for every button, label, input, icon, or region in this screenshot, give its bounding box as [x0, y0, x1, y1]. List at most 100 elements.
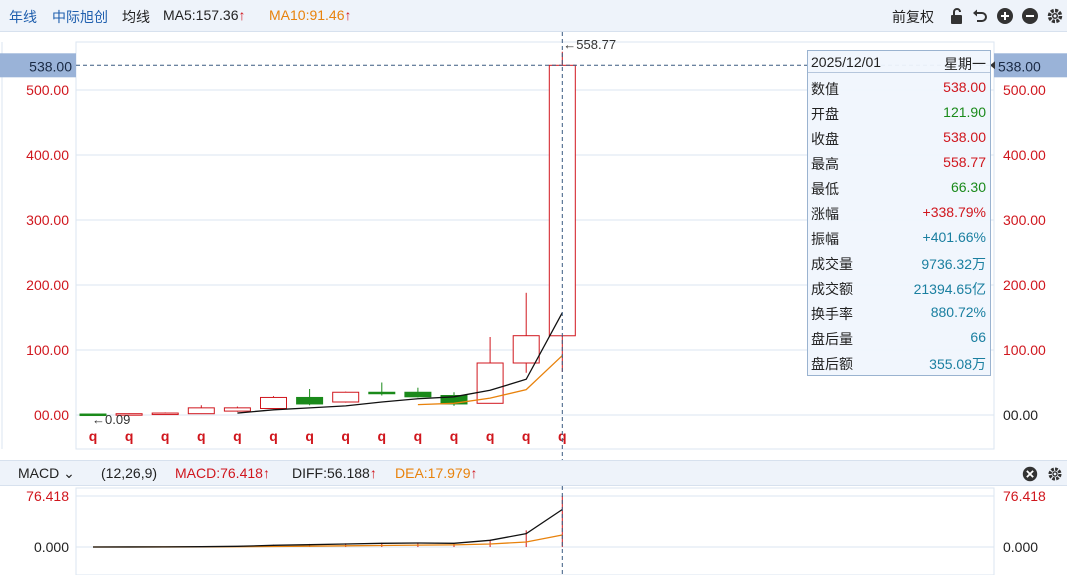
candle-body [151, 412, 179, 416]
tooltip-row-label: 换手率 [811, 306, 853, 322]
macd-tick-left: 0.000 [34, 539, 69, 555]
y-tick-label-left: 500.00 [26, 82, 69, 98]
tooltip-row: 换手率 880.72% [808, 300, 990, 325]
tooltip-row: 最低 66.30 [808, 175, 990, 200]
macd-tick-right: 0.000 [1003, 539, 1038, 555]
top-toolbar: 年线 中际旭创 均线 MA5:157.36↑ MA10:91.46↑ 前复权 [0, 0, 1067, 32]
tooltip-row-value: 538.00 [943, 129, 986, 145]
cursor-price-label-left: 538.00 [29, 58, 72, 74]
undo-icon[interactable] [970, 6, 990, 26]
tooltip-row: 成交额 21394.65亿 [808, 275, 990, 300]
stock-name[interactable]: 中际旭创 [52, 7, 108, 27]
diff-value: DIFF:56.188↑ [292, 465, 377, 481]
y-tick-label-left: 300.00 [26, 212, 69, 228]
event-marker: q [450, 428, 459, 444]
event-marker: q [305, 428, 314, 444]
y-tick-label-left: 400.00 [26, 147, 69, 163]
event-marker: q [341, 428, 350, 444]
event-marker: q [378, 428, 387, 444]
tooltip-row-value: +401.66% [922, 229, 986, 245]
tooltip-row: 涨幅 +338.79% [808, 200, 990, 225]
tooltip-row: 数值 538.00 [808, 75, 990, 100]
max-price-annotation: ←558.77 [563, 37, 616, 52]
tooltip-row: 盘后量 66 [808, 325, 990, 350]
ma5-label: MA5:157.36↑ [163, 7, 246, 23]
dea-value: DEA:17.979↑ [395, 465, 478, 481]
tooltip-row-label: 涨幅 [811, 206, 839, 222]
tooltip-row-value: +338.79% [922, 204, 986, 220]
y-tick-label-right: 300.00 [1003, 212, 1046, 228]
y-tick-label-right: 200.00 [1003, 277, 1046, 293]
tooltip-row-label: 盘后量 [811, 331, 853, 347]
data-tooltip: 2025/12/01 星期一 数值 538.00 开盘 121.90 收盘 538.00 最… [807, 50, 991, 376]
tooltip-row: 振幅 +401.66% [808, 225, 990, 250]
tooltip-row-label: 收盘 [811, 131, 839, 147]
event-marker: q [414, 428, 423, 444]
unlock-icon[interactable] [947, 6, 967, 26]
tooltip-row-value: 880.72% [930, 304, 986, 320]
diff-up-arrow-icon: ↑ [369, 465, 377, 481]
y-tick-label-left: 200.00 [26, 277, 69, 293]
macd-settings-gear-icon[interactable] [1046, 465, 1064, 483]
zoom-out-icon[interactable] [1020, 6, 1040, 26]
tooltip-header: 2025/12/01 星期一 [808, 51, 990, 73]
macd-params[interactable]: (12,26,9) [101, 465, 157, 481]
tooltip-row: 最高 558.77 [808, 150, 990, 175]
tooltip-row-label: 成交量 [811, 256, 853, 272]
macd-indicator-selector[interactable]: MACD ⌄ [18, 465, 75, 482]
tooltip-row-value: 9736.32万 [921, 256, 986, 272]
period-selector[interactable]: 年线 [9, 7, 37, 27]
tooltip-row: 盘后额 355.08万 [808, 350, 990, 375]
tooltip-date: 2025/12/01 [811, 54, 882, 70]
candle-body [260, 396, 287, 410]
tooltip-row-label: 振幅 [811, 231, 839, 247]
close-icon[interactable] [1021, 465, 1039, 483]
zoom-in-icon[interactable] [995, 6, 1015, 26]
event-marker: q [161, 428, 170, 444]
event-marker: q [89, 428, 98, 444]
candle-body [404, 391, 432, 398]
tooltip-row: 成交量 9736.32万 [808, 250, 990, 275]
event-marker: q [197, 428, 206, 444]
dea-up-arrow-icon: ↑ [470, 465, 478, 481]
tooltip-row-label: 数值 [811, 81, 839, 97]
diff-line [92, 508, 563, 548]
ma10-label: MA10:91.46↑ [269, 7, 352, 23]
tooltip-row-value: 66.30 [950, 179, 986, 195]
tooltip-row-label: 最低 [811, 181, 839, 197]
y-tick-label-left: 100.00 [26, 342, 69, 358]
event-marker: q [233, 428, 242, 444]
ma10-up-arrow-icon: ↑ [344, 7, 352, 23]
candle-body [223, 407, 251, 412]
macd-up-arrow-icon: ↑ [262, 465, 270, 481]
tooltip-row-label: 开盘 [811, 106, 839, 122]
y-tick-label-left: 00.00 [34, 407, 69, 423]
event-marker: q [522, 428, 531, 444]
y-tick-label-right: 100.00 [1003, 342, 1046, 358]
indicator-mode[interactable]: 均线 [122, 7, 150, 27]
candle-body [368, 391, 396, 395]
macd-frame [75, 487, 995, 575]
macd-tick-right: 76.418 [1003, 488, 1046, 504]
y-tick-label-right: 400.00 [1003, 147, 1046, 163]
event-marker: q [125, 428, 134, 444]
tooltip-row-value: 538.00 [943, 79, 986, 95]
chevron-down-icon: ⌄ [63, 465, 75, 481]
cursor-price-label-right: 538.00 [998, 58, 1041, 74]
candle-body [476, 362, 504, 404]
tooltip-row-label: 成交额 [811, 281, 853, 297]
adjust-selector[interactable]: 前复权 [892, 7, 934, 27]
ma5-up-arrow-icon: ↑ [238, 7, 246, 23]
macd-tick-left: 76.418 [26, 488, 69, 504]
tooltip-row-value: 558.77 [943, 154, 986, 170]
tooltip-row-value: 121.90 [943, 104, 986, 120]
macd-chart[interactable]: 76.418 76.418 0.000 0.000 [0, 486, 1067, 575]
candle-body [187, 407, 215, 415]
tooltip-row-label: 盘后额 [811, 356, 853, 372]
tooltip-row-value: 355.08万 [929, 356, 986, 372]
dea-line [92, 534, 563, 548]
tooltip-row-value: 21394.65亿 [913, 281, 986, 297]
settings-gear-icon[interactable] [1045, 6, 1065, 26]
candle-body [512, 335, 540, 364]
candle-body [296, 396, 324, 405]
